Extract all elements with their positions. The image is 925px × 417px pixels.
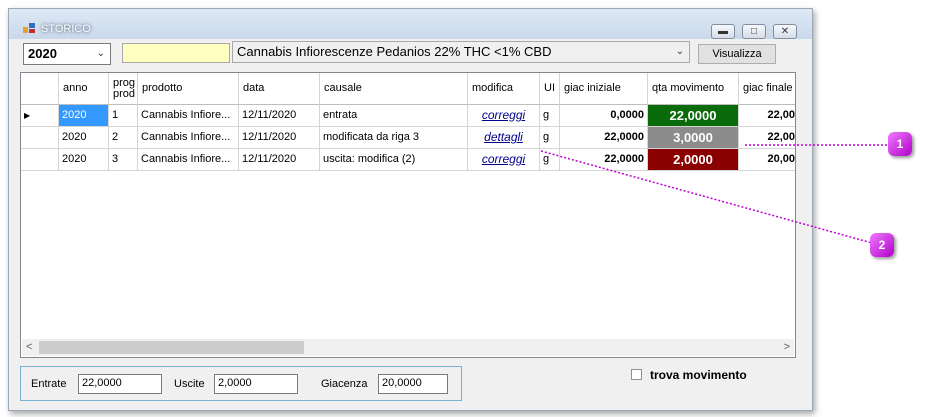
callout-badge-2: 2	[870, 233, 894, 257]
callout-lines	[540, 144, 888, 244]
callout-line-2	[540, 150, 873, 244]
callout-badge-1: 1	[888, 132, 912, 156]
